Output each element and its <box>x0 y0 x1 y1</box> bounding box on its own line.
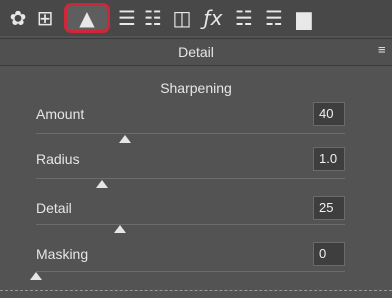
radius-label: Radius <box>36 151 80 167</box>
panel-header: Detail ≡ <box>0 38 392 66</box>
section-title: Sharpening <box>160 80 232 96</box>
basic-aperture-glyph: ✿ <box>9 6 27 30</box>
snapshots-icon[interactable]: ▆ <box>292 5 316 31</box>
amount-field[interactable]: 40 <box>313 102 345 126</box>
radius-field[interactable]: 1.0 <box>313 147 345 171</box>
masking-slider-track[interactable] <box>36 271 345 272</box>
panel-bottom-divider <box>0 290 392 291</box>
detail-mountains-icon[interactable]: ▲ <box>64 3 110 33</box>
detail-field[interactable]: 25 <box>313 196 345 220</box>
hsl-icon[interactable]: ☰ <box>116 5 138 31</box>
snapshots-glyph: ▆ <box>296 6 312 30</box>
tone-curve-grid-icon[interactable]: ⊞ <box>34 5 56 31</box>
fx-glyph: ƒx <box>203 6 223 30</box>
radius-slider-thumb[interactable] <box>96 180 108 188</box>
lens-corrections-icon[interactable]: ◫ <box>170 5 194 31</box>
amount-label: Amount <box>36 106 85 122</box>
masking-field[interactable]: 0 <box>313 242 345 266</box>
lens-corrections-glyph: ◫ <box>172 6 192 30</box>
hsl-glyph: ☰ <box>118 6 136 30</box>
split-toning-glyph: ☷ <box>144 6 162 30</box>
presets-sliders-icon[interactable]: ☴ <box>262 5 286 31</box>
panel-menu-icon[interactable]: ≡ <box>378 42 390 57</box>
split-toning-icon[interactable]: ☷ <box>142 5 164 31</box>
detail-panel: ✿ ⊞ ▲ ☰ ☷ ◫ ƒx ☵ ☴ ▆ Detail ≡ Sharpening… <box>0 0 392 298</box>
amount-slider-track[interactable] <box>36 133 345 134</box>
detail-slider-track[interactable] <box>36 224 345 225</box>
tone-curve-glyph: ⊞ <box>36 6 54 30</box>
fx-effects-icon[interactable]: ƒx <box>200 5 226 31</box>
radius-slider-track[interactable] <box>36 178 345 179</box>
basic-aperture-icon[interactable]: ✿ <box>6 5 30 31</box>
detail-glyph: ▲ <box>79 6 95 30</box>
detail-slider-thumb[interactable] <box>114 225 126 233</box>
calibration-glyph: ☵ <box>235 6 253 30</box>
masking-slider-thumb[interactable] <box>30 272 42 280</box>
amount-slider-thumb[interactable] <box>119 135 131 143</box>
panel-toolbar: ✿ ⊞ ▲ ☰ ☷ ◫ ƒx ☵ ☴ ▆ <box>0 0 392 36</box>
panel-title: Detail <box>178 44 214 60</box>
masking-label: Masking <box>36 246 89 262</box>
camera-calibration-icon[interactable]: ☵ <box>232 5 256 31</box>
presets-glyph: ☴ <box>265 6 283 30</box>
detail-label: Detail <box>36 200 72 216</box>
